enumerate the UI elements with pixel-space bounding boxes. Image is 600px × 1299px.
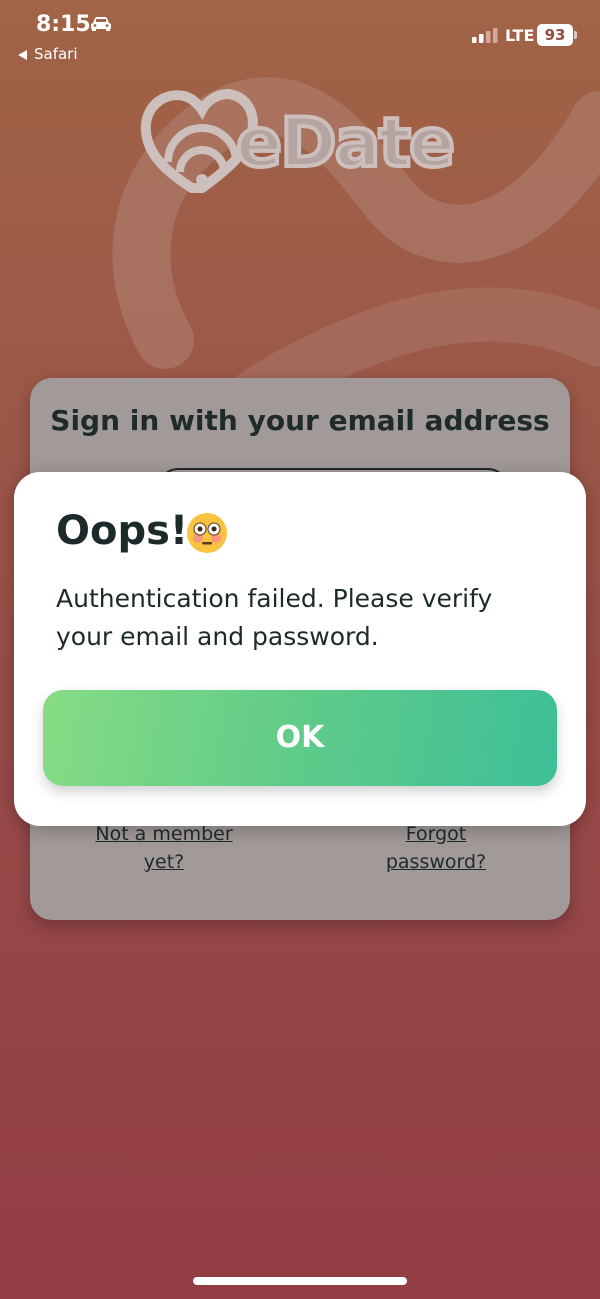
back-arrow-icon[interactable]	[18, 50, 27, 60]
status-time: 8:15	[36, 12, 91, 37]
signal-icon	[472, 28, 498, 43]
dialog-message: Authentication failed. Please verify you…	[56, 584, 493, 651]
forgot-password-link-text: Forgot password?	[385, 823, 487, 873]
not-member-link[interactable]: Not a member yet?	[84, 820, 244, 876]
ok-button[interactable]: OK	[43, 690, 557, 786]
alert-dialog: Oops! Authentication failed. Please veri…	[14, 472, 586, 826]
battery-tip	[574, 31, 577, 39]
signin-title: Sign in with your email address	[50, 404, 550, 437]
status-bar: 8:15 Safari LTE 93	[0, 0, 600, 72]
car-icon	[91, 17, 111, 31]
home-indicator[interactable]	[193, 1277, 407, 1285]
flushed-emoji-icon	[187, 513, 227, 553]
battery-icon: 93	[537, 24, 573, 46]
back-to-app-link[interactable]: Safari	[34, 45, 78, 63]
logo-wordmark: eDate	[234, 102, 457, 185]
battery-level: 93	[544, 26, 566, 44]
dialog-title: Oops!	[56, 508, 189, 554]
network-type: LTE	[505, 26, 535, 45]
forgot-password-link[interactable]: Forgot password?	[366, 820, 506, 876]
not-member-link-text: Not a member yet?	[95, 823, 233, 873]
